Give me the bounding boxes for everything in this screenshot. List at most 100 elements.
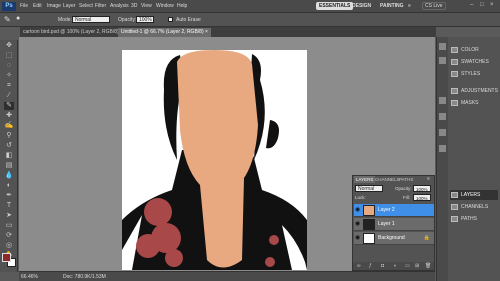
menu-analysis[interactable]: Analysis xyxy=(110,3,129,9)
fill-field[interactable]: 100% xyxy=(413,194,431,201)
adjustment-layer-icon[interactable]: ◑ xyxy=(393,263,396,269)
path-select-tool-icon[interactable]: ➤ xyxy=(4,212,14,220)
dock-color[interactable]: COLOR xyxy=(450,45,479,55)
eyedropper-tool-icon[interactable]: ⁄ xyxy=(4,92,14,100)
workspace-design-button[interactable]: DESIGN xyxy=(352,3,371,9)
auto-erase-checkbox[interactable] xyxy=(168,17,173,22)
options-bar: ✎ ● Mode: Normal Opacity: 100% Auto Eras… xyxy=(0,13,500,27)
fill-label: Fill: xyxy=(403,195,410,200)
visibility-eye-icon[interactable]: ◉ xyxy=(355,221,361,227)
pen-tool-icon[interactable]: ✒ xyxy=(4,192,14,200)
opacity-field[interactable]: 100% xyxy=(136,16,154,23)
quick-select-tool-icon[interactable]: ✧ xyxy=(4,72,14,80)
blur-tool-icon[interactable]: 💧 xyxy=(4,172,14,180)
adjustments-icon xyxy=(451,88,458,94)
link-layers-icon[interactable]: ∞ xyxy=(357,263,361,269)
dock-paths[interactable]: PATHS xyxy=(450,214,477,224)
layer-row-layer-1[interactable]: ◉ Layer 1 xyxy=(354,218,434,231)
swatches-icon xyxy=(451,59,458,65)
document-tab-bar: cartoon bird.psd @ 100% (Layer 2, RGB/8)… xyxy=(20,27,436,37)
menu-help[interactable]: Help xyxy=(177,3,187,9)
brush-tool-icon[interactable]: ✍ xyxy=(4,122,14,130)
tab-untitled-1[interactable]: Untitled-1 @ 66.7% (Layer 2, RGB/8) × xyxy=(118,28,211,37)
dock-tool-icon[interactable] xyxy=(439,97,446,104)
layer-opacity-label: Opacity: xyxy=(395,186,412,191)
dodge-tool-icon[interactable]: ◐ xyxy=(4,182,14,190)
add-mask-icon[interactable]: ◘ xyxy=(381,263,384,269)
dock-tool-icon[interactable] xyxy=(439,129,446,136)
menu-file[interactable]: File xyxy=(20,3,28,9)
menu-view[interactable]: View xyxy=(141,3,152,9)
masks-icon xyxy=(451,100,458,106)
3d-orbit-tool-icon[interactable]: ◎ xyxy=(4,242,14,250)
healing-tool-icon[interactable]: ✚ xyxy=(4,112,14,120)
layer-row-background[interactable]: ◉ Background 🔒 xyxy=(354,232,434,245)
lock-label: Lock: xyxy=(355,195,366,200)
photoshop-logo: Ps xyxy=(2,2,16,11)
paths-icon xyxy=(451,216,458,222)
3d-rotate-tool-icon[interactable]: ⟳ xyxy=(4,232,14,240)
minimize-icon[interactable]: – xyxy=(470,2,473,8)
delete-layer-icon[interactable]: 🗑 xyxy=(425,263,431,269)
layer-thumbnail xyxy=(363,219,375,230)
layer-name: Layer 1 xyxy=(378,221,395,227)
layer-opacity-field[interactable]: 100% xyxy=(413,185,431,192)
new-group-icon[interactable]: ▭ xyxy=(405,263,410,269)
gradient-tool-icon[interactable]: ▤ xyxy=(4,162,14,170)
crop-tool-icon[interactable]: ⌗ xyxy=(4,82,14,90)
layer-name: Layer 2 xyxy=(378,207,395,213)
menu-3d[interactable]: 3D xyxy=(131,3,137,9)
move-tool-icon[interactable]: ✥ xyxy=(4,42,14,50)
dock-tool-icon[interactable] xyxy=(439,145,446,152)
history-brush-tool-icon[interactable]: ↺ xyxy=(4,142,14,150)
dock-styles[interactable]: STYLES xyxy=(450,69,480,79)
blend-mode-select[interactable]: Normal xyxy=(355,185,383,192)
visibility-eye-icon[interactable]: ◉ xyxy=(355,207,361,213)
eraser-tool-icon[interactable]: ◧ xyxy=(4,152,14,160)
lasso-tool-icon[interactable]: ◌ xyxy=(4,62,14,70)
clone-stamp-tool-icon[interactable]: ⚲ xyxy=(4,132,14,140)
fx-icon[interactable]: ƒ xyxy=(369,263,372,269)
shape-tool-icon[interactable]: ▭ xyxy=(4,222,14,230)
layers-icon xyxy=(451,192,458,198)
document-canvas[interactable] xyxy=(122,50,307,270)
foreground-color-swatch[interactable] xyxy=(2,253,11,262)
menu-filter[interactable]: Filter xyxy=(95,3,106,9)
menu-select[interactable]: Select xyxy=(79,3,93,9)
layer-row-layer-2[interactable]: ◉ Layer 2 xyxy=(354,204,434,217)
marquee-tool-icon[interactable]: ⬚ xyxy=(4,52,14,60)
dock-channels[interactable]: CHANNELS xyxy=(450,202,488,212)
workspace-more-button[interactable]: » xyxy=(408,3,411,9)
dock-tool-icon[interactable] xyxy=(439,57,446,64)
workspace-essentials-button[interactable]: ESSENTIALS xyxy=(316,2,354,10)
cartoon-figure-artwork xyxy=(122,50,307,270)
panel-menu-icon[interactable]: ≡ xyxy=(427,176,430,182)
menu-image[interactable]: Image xyxy=(47,3,61,9)
auto-erase-label: Auto Erase xyxy=(176,17,201,23)
tab-paths[interactable]: PATHS xyxy=(397,176,415,183)
menu-edit[interactable]: Edit xyxy=(33,3,42,9)
dock-layers[interactable]: LAYERS xyxy=(450,190,498,200)
dock-masks[interactable]: MASKS xyxy=(450,98,479,108)
workspace-painting-button[interactable]: PAINTING xyxy=(380,3,404,9)
visibility-eye-icon[interactable]: ◉ xyxy=(355,235,361,241)
dock-tool-icon[interactable] xyxy=(439,113,446,120)
dock-swatches[interactable]: SWATCHES xyxy=(450,57,489,67)
maximize-icon[interactable]: □ xyxy=(480,2,484,8)
menu-layer[interactable]: Layer xyxy=(63,3,76,9)
zoom-readout[interactable]: 66.46% xyxy=(21,274,38,280)
brush-preset-icon[interactable]: ● xyxy=(16,15,20,22)
dock-icon-strip xyxy=(437,37,448,281)
close-icon[interactable]: × xyxy=(490,2,494,8)
channels-icon xyxy=(451,204,458,210)
type-tool-icon[interactable]: T xyxy=(4,202,14,210)
mode-select[interactable]: Normal xyxy=(72,16,110,23)
pencil-tool-icon[interactable]: ✎ xyxy=(4,15,11,24)
dock-tool-icon[interactable] xyxy=(439,43,446,50)
pencil-tool-icon[interactable]: ✎ xyxy=(4,102,14,110)
tab-cartoon-bird[interactable]: cartoon bird.psd @ 100% (Layer 2, RGB/8)… xyxy=(20,28,126,37)
new-layer-icon[interactable]: ⊞ xyxy=(415,263,419,269)
menu-window[interactable]: Window xyxy=(156,3,174,9)
cs-live-button[interactable]: CS Live xyxy=(422,2,446,10)
dock-adjustments[interactable]: ADJUSTMENTS xyxy=(450,86,498,96)
